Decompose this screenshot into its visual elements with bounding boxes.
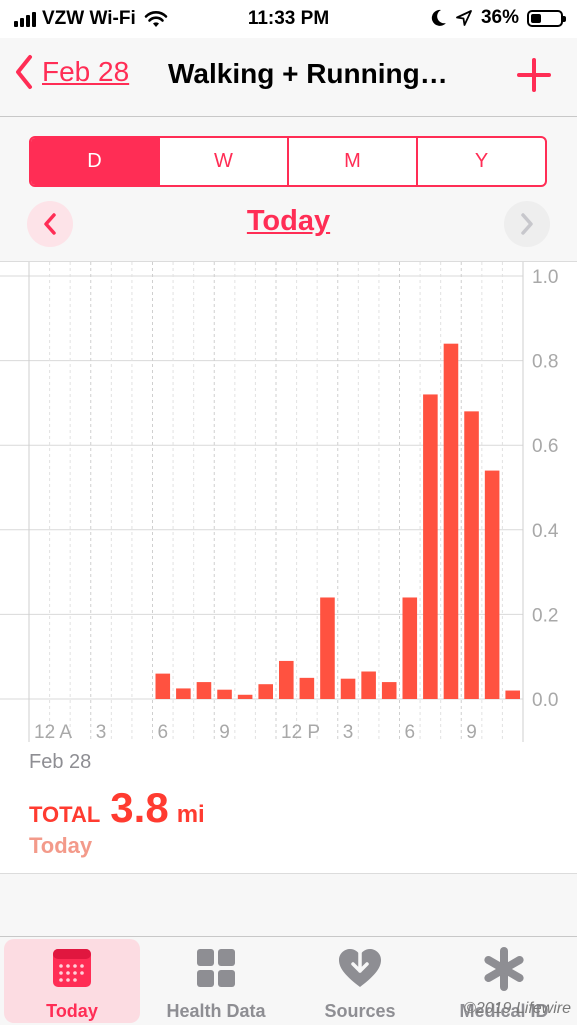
plus-icon: [517, 58, 551, 92]
chart-bar: [258, 684, 273, 699]
chart-bar: [155, 673, 171, 699]
segment-month[interactable]: M: [287, 138, 416, 185]
period-label[interactable]: Today: [0, 205, 577, 238]
chart-bar: [340, 678, 356, 699]
x-tick-label: 9: [219, 722, 230, 743]
next-period-button[interactable]: [504, 201, 550, 247]
tab-medical-id-label: Medical ID: [459, 1001, 549, 1021]
tab-sources[interactable]: Sources: [288, 937, 432, 1025]
chart-bar: [196, 682, 212, 699]
status-right: 36%: [431, 7, 566, 29]
x-tick-label: 9: [466, 722, 477, 743]
x-tick-label: 12 P: [281, 722, 320, 743]
chart-bar: [361, 671, 376, 699]
total-value: 3.8: [110, 784, 169, 831]
add-button[interactable]: [517, 58, 551, 97]
chevron-left-icon: [16, 55, 32, 89]
x-tick-label: 6: [158, 722, 169, 743]
grid-icon: [197, 949, 235, 987]
chart-bar: [505, 690, 520, 699]
y-tick-label: 0.8: [532, 352, 558, 373]
tab-medical-id[interactable]: Medical ID: [432, 937, 576, 1025]
tab-sources-label: Sources: [324, 1001, 396, 1021]
total-label: TOTAL: [29, 802, 101, 827]
tab-today[interactable]: Today: [0, 937, 144, 1025]
chart-bar: [176, 688, 191, 699]
x-tick-label: 3: [343, 722, 354, 743]
y-tick-label: 0.6: [532, 436, 558, 457]
tab-bar: Today Health Data Sources Medical ID: [0, 936, 577, 1025]
heart-download-icon: [339, 949, 381, 987]
chart-bar: [381, 682, 397, 699]
location-icon: [456, 10, 472, 26]
segment-day[interactable]: D: [31, 138, 158, 185]
calendar-icon: [53, 949, 91, 987]
chart-bar: [484, 470, 500, 699]
back-label: Feb 28: [42, 56, 130, 87]
total-summary: TOTAL 3.8 mi: [29, 784, 205, 832]
x-tick-label: 6: [405, 722, 416, 743]
total-unit: mi: [176, 801, 205, 828]
tab-health-data[interactable]: Health Data: [144, 937, 288, 1025]
chart-bar: [423, 394, 438, 699]
chart-bar: [402, 597, 418, 699]
chart-bar: [320, 597, 335, 699]
tab-health-data-label: Health Data: [166, 1001, 266, 1021]
chart-bar: [237, 694, 253, 699]
tab-today-label: Today: [46, 1001, 98, 1021]
chevron-right-icon: [521, 213, 533, 235]
segment-year[interactable]: Y: [416, 138, 545, 185]
back-button[interactable]: Feb 28: [14, 54, 129, 90]
y-tick-label: 0.2: [532, 605, 558, 626]
asterisk-icon: [484, 947, 524, 991]
y-tick-label: 0.4: [532, 521, 559, 542]
chart-bar: [299, 677, 315, 699]
chart-bar: [217, 689, 232, 699]
y-tick-label: 0.0: [532, 690, 558, 711]
x-tick-label: 3: [96, 722, 107, 743]
moon-icon: [431, 9, 446, 26]
page-title: Walking + Running…: [168, 58, 448, 89]
battery-icon: [527, 9, 566, 27]
summary-date: Feb 28: [29, 751, 92, 773]
total-period-label: Today: [29, 833, 93, 858]
nav-bar: Feb 28 Walking + Running…: [0, 38, 577, 117]
walking-running-chart: 1.0 0.8 0.6 0.4 0.2 0.0 12 A 3 6 9 12 P 3 6 9: [0, 262, 559, 743]
chart-bar: [443, 343, 459, 699]
status-bar: VZW Wi-Fi 11:33 PM 36%: [0, 0, 577, 38]
y-tick-label: 1.0: [532, 267, 558, 288]
battery-percent: 36%: [480, 7, 519, 28]
content-background: [0, 874, 577, 936]
period-segmented-control: D W M Y: [29, 136, 547, 187]
x-tick-label: 12 A: [34, 722, 72, 743]
battery-fill: [531, 13, 542, 23]
period-panel: D W M Y Today: [0, 117, 577, 262]
chart-bar: [464, 411, 479, 699]
chart-bar: [279, 660, 294, 699]
segment-week[interactable]: W: [158, 138, 287, 185]
